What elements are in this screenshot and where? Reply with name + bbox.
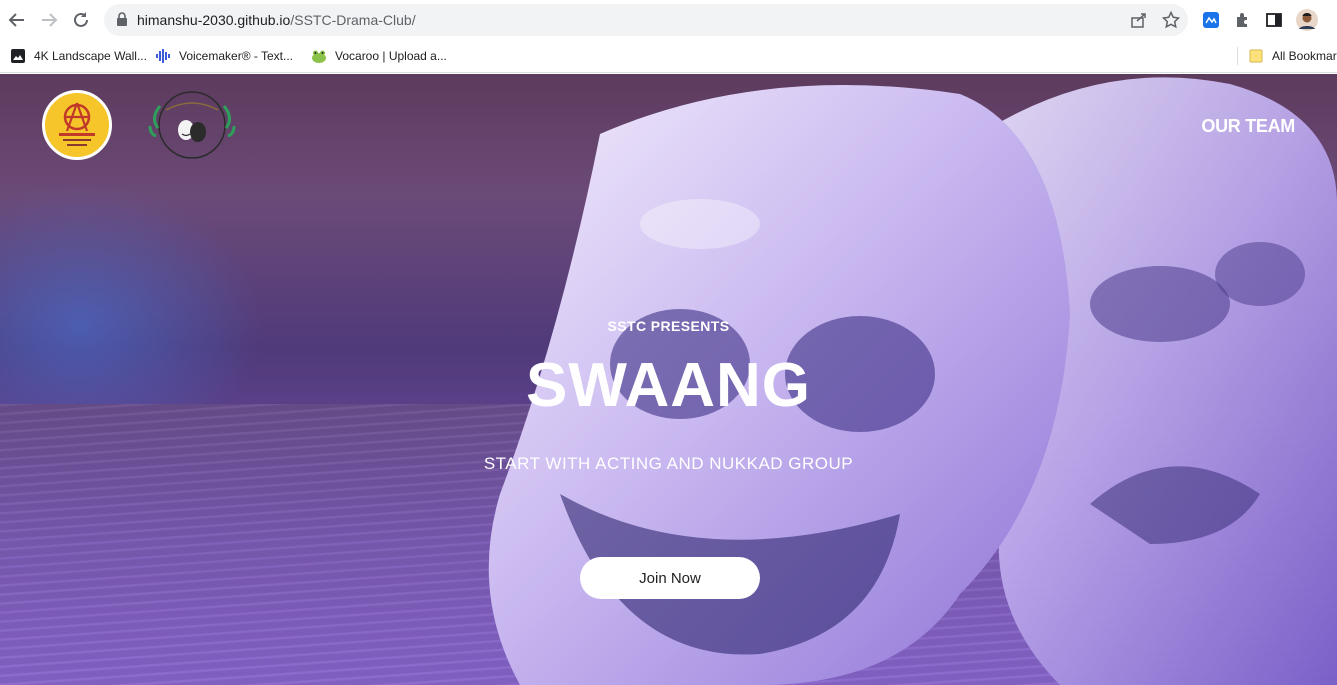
audio-wave-icon <box>155 48 171 64</box>
back-arrow-icon[interactable] <box>5 8 29 32</box>
all-bookmarks-button[interactable]: All Bookmarks <box>1248 47 1337 65</box>
bookmarks-divider <box>1237 47 1238 65</box>
bookmarks-bar: 4K Landscape Wall... Voicemaker® - Text.… <box>0 40 1337 73</box>
hero-presents-text: SSTC PRESENTS <box>607 318 730 334</box>
share-icon[interactable] <box>1129 10 1149 30</box>
hero-tagline: START WITH ACTING AND NUKKAD GROUP <box>483 454 854 473</box>
lock-icon <box>116 12 128 31</box>
folder-icon <box>1248 48 1264 64</box>
image-icon <box>10 48 26 64</box>
url-text: himanshu-2030.github.io/SSTC-Drama-Club/ <box>137 12 416 28</box>
bookmark-item[interactable]: Voicemaker® - Text... <box>155 47 293 65</box>
frog-icon <box>311 48 327 64</box>
address-bar[interactable]: himanshu-2030.github.io/SSTC-Drama-Club/ <box>104 4 1188 36</box>
side-panel-icon[interactable] <box>1263 9 1285 31</box>
hero-title: SWAANG <box>526 351 811 420</box>
reload-icon[interactable] <box>69 8 93 32</box>
join-now-button[interactable]: Join Now <box>580 557 760 599</box>
hero-section: OUR TEAM SSTC PRESENTS SWAANG START WITH… <box>0 74 1337 685</box>
bookmark-item[interactable]: 4K Landscape Wall... <box>10 47 147 65</box>
extension-app-icon[interactable] <box>1200 9 1222 31</box>
bookmark-item[interactable]: Vocaroo | Upload a... <box>311 47 447 65</box>
nav-our-team-link[interactable]: OUR TEAM <box>1201 116 1295 137</box>
sstc-logo[interactable] <box>42 90 112 160</box>
forward-arrow-icon[interactable] <box>37 8 61 32</box>
extensions-puzzle-icon[interactable] <box>1232 9 1254 31</box>
swaang-club-logo[interactable] <box>146 88 238 162</box>
profile-avatar-icon[interactable] <box>1296 9 1318 31</box>
star-bookmark-icon[interactable] <box>1161 10 1181 30</box>
browser-toolbar: himanshu-2030.github.io/SSTC-Drama-Club/ <box>0 0 1337 40</box>
